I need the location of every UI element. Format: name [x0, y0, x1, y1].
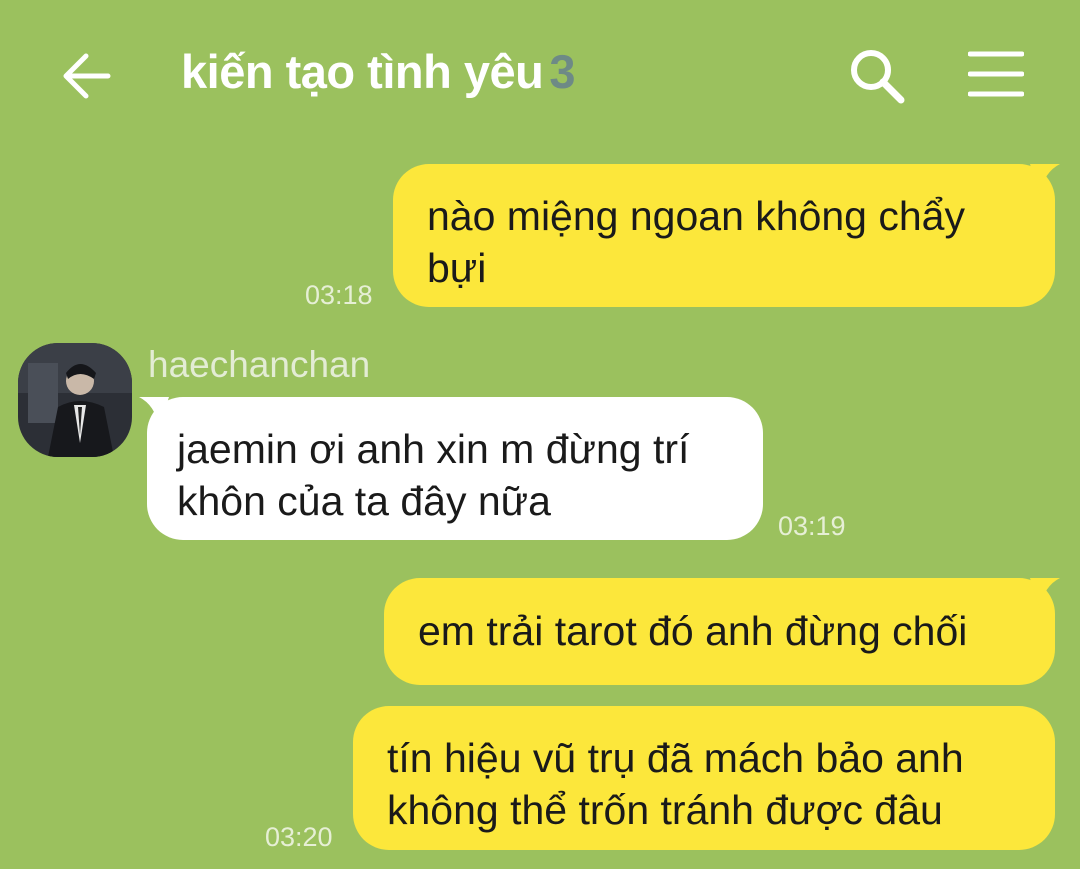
chat-header: kiến tạo tình yêu 3 [0, 0, 1080, 150]
message-text-line: tín hiệu vũ trụ đã mách bảo anh [387, 735, 964, 781]
chat-title-text: kiến tạo tình yêu [181, 45, 544, 98]
back-button[interactable] [58, 48, 116, 104]
menu-button[interactable] [967, 50, 1025, 98]
message-text-line: không thể trốn tránh được đâu [387, 787, 943, 833]
hamburger-menu-icon [967, 51, 1025, 97]
arrow-left-icon [63, 53, 111, 99]
message-text-line: em trải tarot đó anh đừng chối [418, 608, 968, 654]
sender-name: haechanchan [148, 344, 371, 385]
message-time: 03:18 [305, 280, 373, 310]
message-bubble-outgoing[interactable]: nào miệng ngoan không chẩy bựi [393, 164, 1055, 307]
message-bubble-outgoing[interactable]: em trải tarot đó anh đừng chối [384, 578, 1055, 685]
avatar[interactable] [18, 343, 132, 457]
bubble-tail [1030, 578, 1060, 608]
message-bubble-outgoing[interactable]: tín hiệu vũ trụ đã mách bảo anh không th… [353, 706, 1055, 850]
member-count: 3 [549, 45, 575, 98]
message-text-line: bựi [427, 245, 487, 291]
message-text-line: jaemin ơi anh xin m đừng trí [177, 426, 690, 472]
message-bubble-incoming[interactable]: jaemin ơi anh xin m đừng trí khôn của ta… [147, 397, 763, 540]
message-text-line: nào miệng ngoan không chẩy [427, 193, 965, 239]
chat-title: kiến tạo tình yêu 3 [181, 44, 575, 99]
message-time: 03:19 [778, 511, 846, 541]
search-icon [851, 50, 905, 104]
bubble-tail [1030, 164, 1060, 194]
search-button[interactable] [847, 46, 907, 106]
message-text-line: khôn của ta đây nữa [177, 478, 551, 524]
bubble-tail [139, 397, 169, 427]
message-time: 03:20 [265, 822, 333, 852]
